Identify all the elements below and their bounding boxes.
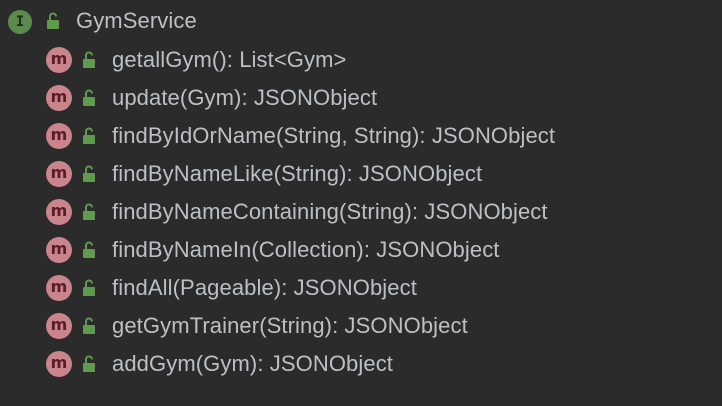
method-signature: findByIdOrName(String, String): JSONObje… bbox=[112, 123, 556, 148]
tree-node-method[interactable]: m addGym(Gym): JSONObject bbox=[0, 345, 722, 383]
tree-node-method[interactable]: m update(Gym): JSONObject bbox=[0, 79, 722, 117]
method-icon: m bbox=[46, 351, 72, 377]
public-lock-icon bbox=[47, 12, 59, 29]
public-lock-icon bbox=[83, 317, 95, 334]
method-signature: findByNameLike(String): JSONObject bbox=[112, 161, 483, 186]
method-icon: m bbox=[46, 313, 72, 339]
tree-node-method[interactable]: m findByIdOrName(String, String): JSONObj… bbox=[0, 117, 722, 155]
method-icon: m bbox=[46, 237, 72, 263]
method-icon: m bbox=[46, 199, 72, 225]
method-signature: findAll(Pageable): JSONObject bbox=[112, 275, 417, 300]
method-signature: findByNameIn(Collection): JSONObject bbox=[112, 237, 500, 262]
public-lock-icon bbox=[83, 241, 95, 258]
tree-node-method[interactable]: m findByNameLike(String): JSONObject bbox=[0, 155, 722, 193]
public-lock-icon bbox=[83, 127, 95, 144]
tree-node-method[interactable]: m findByNameIn(Collection): JSONObject bbox=[0, 231, 722, 269]
method-icon: m bbox=[46, 275, 72, 301]
structure-tree: I GymService m getallGym(): List<Gym> m upd… bbox=[0, 0, 722, 406]
tree-node-method[interactable]: m findByNameContaining(String): JSONObjec… bbox=[0, 193, 722, 231]
tree-node-method[interactable]: m getGymTrainer(String): JSONObject bbox=[0, 307, 722, 345]
interface-name: GymService bbox=[76, 8, 197, 33]
tree-node-method[interactable]: m findAll(Pageable): JSONObject bbox=[0, 269, 722, 307]
method-signature: update(Gym): JSONObject bbox=[112, 85, 378, 110]
method-icon: m bbox=[46, 123, 72, 149]
method-signature: getallGym(): List<Gym> bbox=[112, 47, 347, 72]
method-signature: getGymTrainer(String): JSONObject bbox=[112, 313, 468, 338]
public-lock-icon bbox=[83, 165, 95, 182]
interface-icon: I bbox=[8, 10, 32, 34]
tree-node-interface[interactable]: I GymService bbox=[0, 2, 722, 40]
public-lock-icon bbox=[83, 279, 95, 296]
method-icon: m bbox=[46, 85, 72, 111]
public-lock-icon bbox=[83, 203, 95, 220]
method-signature: addGym(Gym): JSONObject bbox=[112, 351, 394, 376]
tree-node-method[interactable]: m getallGym(): List<Gym> bbox=[0, 41, 722, 79]
method-signature: findByNameContaining(String): JSONObject bbox=[112, 199, 548, 224]
method-icon: m bbox=[46, 161, 72, 187]
public-lock-icon bbox=[83, 51, 95, 68]
method-icon: m bbox=[46, 47, 72, 73]
public-lock-icon bbox=[83, 355, 95, 372]
public-lock-icon bbox=[83, 89, 95, 106]
